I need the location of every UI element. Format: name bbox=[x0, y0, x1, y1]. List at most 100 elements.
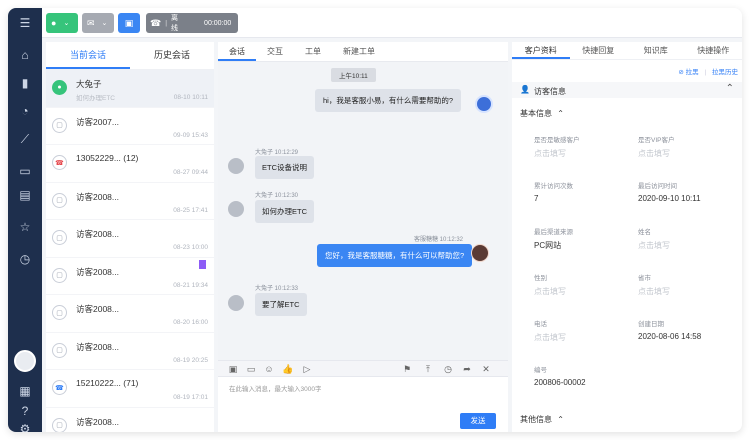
field-value[interactable]: 点击填写 bbox=[534, 332, 566, 343]
divider: | bbox=[704, 69, 707, 76]
field-value[interactable]: 点击填写 bbox=[638, 148, 670, 159]
field-label: 性别 bbox=[534, 275, 547, 282]
chevron-down-icon: ⌄ bbox=[63, 20, 70, 27]
tab-quick-reply[interactable]: 快捷回复 bbox=[570, 42, 628, 59]
conversation-name: 访客2008... bbox=[76, 191, 119, 202]
tab-interaction[interactable]: 交互 bbox=[256, 42, 294, 61]
visitor-avatar bbox=[228, 295, 244, 311]
message-bubble-visitor: 如何办理ETC bbox=[255, 200, 314, 223]
message-meta: 客服糖糖 10:12:32 bbox=[414, 237, 464, 243]
bookmark-icon[interactable]: ⚑ bbox=[402, 364, 412, 374]
field-value: 2020-08-06 14:58 bbox=[638, 332, 702, 341]
field-value[interactable]: 点击填写 bbox=[638, 286, 670, 297]
block-icon: ⊘ bbox=[678, 69, 684, 76]
folder-icon[interactable]: ▭ bbox=[246, 364, 256, 374]
field-label: 是否是敏感客户 bbox=[534, 137, 580, 144]
message-meta: 大兔子 10:12:29 bbox=[255, 150, 299, 156]
transfer-up-icon[interactable]: ⤒ bbox=[423, 364, 433, 374]
star-icon[interactable]: ☆ bbox=[16, 218, 34, 236]
field-value[interactable]: 点击填写 bbox=[534, 148, 566, 159]
grid-icon[interactable]: ▦ bbox=[16, 382, 34, 400]
conversation-time: 08-10 10:11 bbox=[173, 94, 208, 101]
other-info-title[interactable]: 其他信息 ⌃ bbox=[520, 414, 564, 425]
report-icon[interactable]: ▤ bbox=[16, 186, 34, 204]
visitor-avatar bbox=[228, 201, 244, 217]
line-chart-icon[interactable]: ⟋ bbox=[16, 130, 34, 148]
conversation-item[interactable]: ▢ 访客2008... bbox=[46, 408, 214, 432]
message-meta: 大兔子 10:12:33 bbox=[255, 286, 299, 292]
tab-customer-profile[interactable]: 客户资料 bbox=[512, 42, 570, 59]
tab-session[interactable]: 会话 bbox=[218, 42, 256, 61]
phone-icon: ☎ bbox=[150, 17, 162, 28]
phone-status-control[interactable]: ☎ | 离线 00:00:00 ⌄ bbox=[146, 13, 244, 33]
pie-chart-icon[interactable]: ◔ bbox=[16, 102, 34, 120]
image-icon[interactable]: ▣ bbox=[228, 364, 238, 374]
tab-new-ticket[interactable]: 新建工单 bbox=[332, 42, 386, 61]
conversation-name: 访客2008... bbox=[76, 304, 119, 314]
field-label: 最后访问时间 bbox=[638, 183, 677, 190]
menu-icon[interactable]: ☰ bbox=[16, 14, 34, 32]
divider: | bbox=[165, 19, 168, 27]
conversation-time: 08-21 19:34 bbox=[173, 281, 208, 289]
field-value: PC网站 bbox=[534, 241, 562, 250]
settings-icon[interactable]: ⚙ bbox=[16, 420, 34, 432]
thumbs-up-icon[interactable]: 👍 bbox=[282, 364, 293, 374]
customer-info-panel: 客户资料 快捷回复 知识库 快捷操作 ⊘ 拉黑 | 拉黑历史 👤 访客信息 ⌃ … bbox=[512, 42, 742, 432]
field-value[interactable]: 点击填写 bbox=[534, 286, 566, 297]
email-channel-button[interactable]: ✉ ⌄ bbox=[82, 13, 114, 33]
visitor-info-header[interactable]: 👤 访客信息 ⌃ bbox=[512, 82, 742, 98]
chat-icon: ▢ bbox=[52, 192, 67, 208]
chevron-up-icon: ⌃ bbox=[557, 415, 564, 424]
chat-icon: ▢ bbox=[52, 117, 67, 133]
phone-icon: ☎ bbox=[52, 380, 67, 395]
field-label: 姓名 bbox=[638, 229, 651, 236]
tab-current-sessions[interactable]: 当前会话 bbox=[46, 42, 130, 69]
bar-chart-icon[interactable]: ▮ bbox=[16, 74, 34, 92]
tab-quick-actions[interactable]: 快捷操作 bbox=[685, 42, 743, 59]
tab-ticket[interactable]: 工单 bbox=[294, 42, 332, 61]
wechat-channel-button[interactable]: ● ⌄ bbox=[46, 13, 78, 33]
basic-info-title[interactable]: 基本信息 ⌃ bbox=[520, 108, 564, 119]
chevron-down-icon: ⌄ bbox=[101, 20, 108, 27]
message-channel-button[interactable]: ▣ bbox=[118, 13, 140, 33]
time-divider: 上午10:11 bbox=[331, 68, 376, 82]
blacklist-history-link[interactable]: 拉黑历史 bbox=[712, 69, 738, 76]
emoji-icon[interactable]: ☺ bbox=[264, 364, 274, 374]
forward-icon[interactable]: ➦ bbox=[462, 364, 472, 374]
field-label: 省市 bbox=[638, 275, 651, 282]
conversation-item[interactable]: ▢ 访客2008... 08-21 19:34 bbox=[46, 258, 214, 295]
send-button[interactable]: 发送 bbox=[460, 413, 496, 429]
bookmark-flag-icon bbox=[199, 259, 206, 269]
conversation-item[interactable]: ▢ 访客2008... 08-20 16:00 bbox=[46, 295, 214, 333]
conversation-item[interactable]: ▢ 访客2007... 09-09 15:43 bbox=[46, 108, 214, 145]
field-value: 7 bbox=[534, 194, 539, 203]
field-label: 编号 bbox=[534, 367, 547, 374]
history-icon[interactable]: ◷ bbox=[16, 250, 34, 268]
monitor-icon[interactable]: ▭ bbox=[16, 162, 34, 180]
conversation-item[interactable]: ▢ 访客2008... 08-25 17:41 bbox=[46, 183, 214, 220]
phone-status: 离线 bbox=[171, 15, 179, 32]
conversation-item[interactable]: ☎ 15210222... (71) 08-19 17:01 bbox=[46, 370, 214, 408]
close-icon[interactable]: ✕ bbox=[481, 364, 491, 374]
conversation-name: 访客2008... bbox=[76, 416, 119, 427]
conversation-item[interactable]: ☎ 13052229... (12) 08-27 09:44 bbox=[46, 145, 214, 183]
user-avatar[interactable] bbox=[14, 350, 36, 372]
conversation-name: 大兔子 bbox=[76, 79, 102, 89]
field-value[interactable]: 点击填写 bbox=[638, 240, 670, 251]
field-value: 200806-00002 bbox=[534, 378, 586, 387]
video-icon[interactable]: ▷ bbox=[302, 364, 312, 374]
tab-history-sessions[interactable]: 历史会话 bbox=[130, 42, 214, 69]
home-icon[interactable]: ⌂ bbox=[16, 46, 34, 64]
message-bubble-visitor: 要了解ETC bbox=[255, 293, 307, 316]
message-input[interactable]: 在此输入消息，最大输入3000字 bbox=[229, 383, 321, 393]
conversation-item[interactable]: ▢ 访客2008... 08-19 20:25 bbox=[46, 333, 214, 370]
conversation-item[interactable]: ● 大兔子 如何办理ETC 08-10 10:11 bbox=[46, 70, 214, 108]
clock-icon[interactable]: ◷ bbox=[443, 364, 453, 374]
blacklist-link[interactable]: 拉黑 bbox=[686, 69, 699, 76]
app-window: ☰ ⌂ ▮ ◔ ⟋ ▭ ▤ ☆ ◷ ▦ ? ⚙ ● ⌄ ✉ ⌄ ▣ ☎ | 离线… bbox=[8, 8, 742, 432]
tab-knowledge-base[interactable]: 知识库 bbox=[627, 42, 685, 59]
help-icon[interactable]: ? bbox=[16, 402, 34, 420]
conversation-item[interactable]: ▢ 访客2008... 08-23 10:00 bbox=[46, 220, 214, 258]
agent-avatar bbox=[471, 244, 489, 262]
conversation-time: 08-20 16:00 bbox=[173, 319, 208, 326]
